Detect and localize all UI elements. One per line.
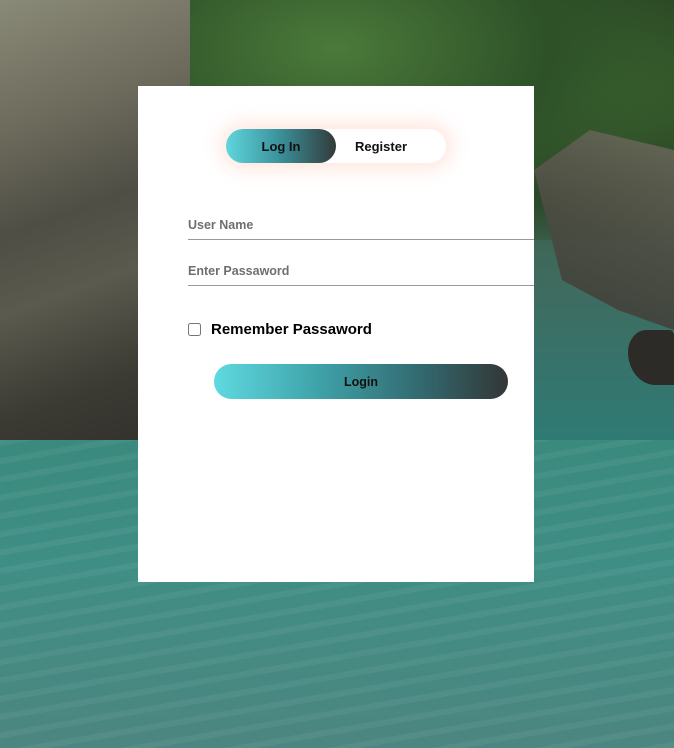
login-button[interactable]: Login	[214, 364, 508, 399]
remember-password-checkbox[interactable]	[188, 322, 201, 336]
login-card: Log In Register Remember Passaword Login	[138, 86, 534, 582]
tab-log-in[interactable]: Log In	[226, 129, 336, 163]
remember-password-row: Remember Passaword	[188, 320, 372, 338]
password-input[interactable]	[188, 256, 534, 286]
background-rock	[628, 330, 674, 385]
background-cliff-right	[534, 130, 674, 330]
auth-tab-toggle: Log In Register	[226, 129, 446, 163]
username-input[interactable]	[188, 210, 534, 240]
tab-register[interactable]: Register	[326, 129, 436, 163]
remember-password-label: Remember Passaword	[211, 320, 372, 338]
